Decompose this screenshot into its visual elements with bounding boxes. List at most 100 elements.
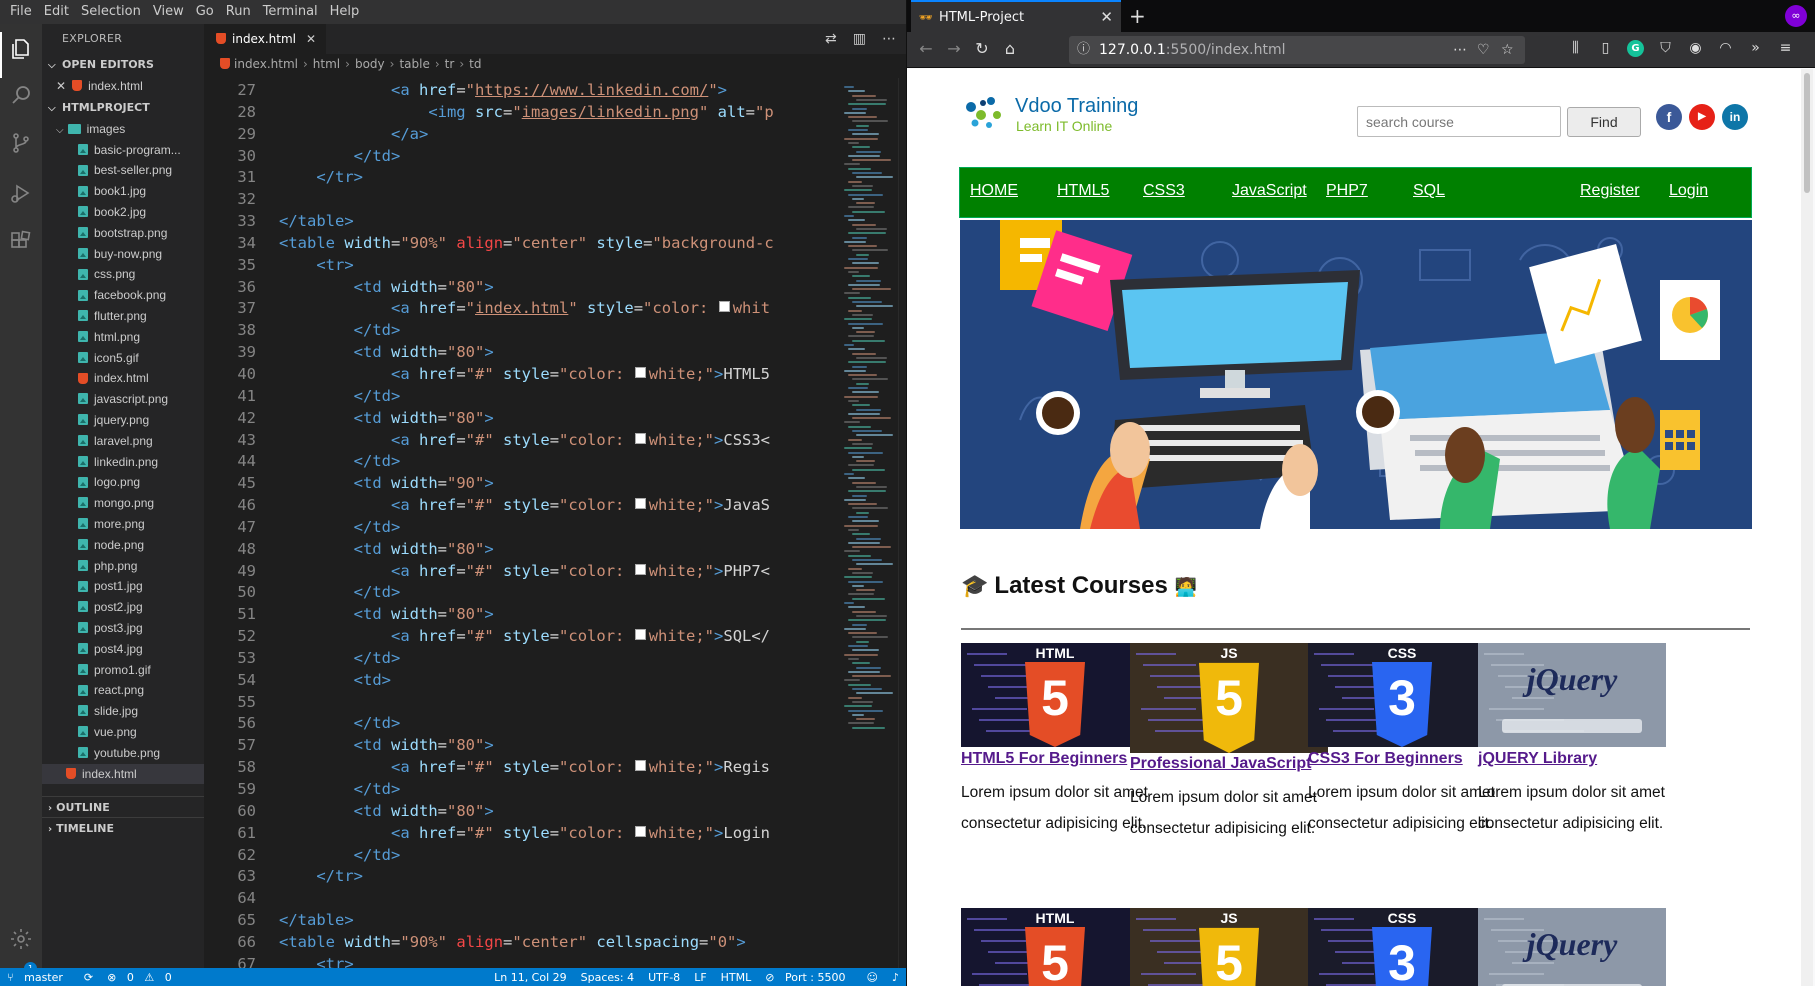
file-item[interactable]: vue.png xyxy=(42,722,204,743)
sync-icon[interactable]: ⟳ xyxy=(77,971,100,984)
code-line[interactable]: 29 </a> xyxy=(206,124,838,146)
back-button[interactable]: ← xyxy=(915,39,937,58)
code-line[interactable]: 64 xyxy=(206,888,838,910)
extensions-icon[interactable] xyxy=(8,228,34,254)
code-line[interactable]: 37 <a href="index.html" style="color: wh… xyxy=(206,298,838,320)
code-line[interactable]: 44 </td> xyxy=(206,451,838,473)
file-item[interactable]: book1.jpg xyxy=(42,181,204,202)
language-mode[interactable]: HTML xyxy=(714,971,759,984)
page-scrollbar[interactable] xyxy=(1801,69,1813,986)
code-line[interactable]: 53 </td> xyxy=(206,648,838,670)
open-editor-item[interactable]: ✕ index.html xyxy=(42,76,204,97)
code-line[interactable]: 30 </td> xyxy=(206,146,838,168)
code-line[interactable]: 39 <td width="80"> xyxy=(206,342,838,364)
code-line[interactable]: 36 <td width="80"> xyxy=(206,277,838,299)
code-line[interactable]: 55 xyxy=(206,692,838,714)
extension-icon[interactable]: ◉ xyxy=(1687,40,1704,57)
code-line[interactable]: 57 <td width="80"> xyxy=(206,735,838,757)
editor-scrollbar[interactable] xyxy=(898,78,906,968)
grammarly-icon[interactable]: G xyxy=(1627,40,1644,57)
settings-gear-icon[interactable] xyxy=(8,926,34,952)
menu-help[interactable]: Help xyxy=(324,0,366,24)
file-item[interactable]: node.png xyxy=(42,535,204,556)
run-debug-icon[interactable] xyxy=(8,180,34,206)
file-item[interactable]: basic-program... xyxy=(42,140,204,161)
file-item[interactable]: css.png xyxy=(42,264,204,285)
site-info-icon[interactable]: ⓘ xyxy=(1077,36,1090,64)
code-editor[interactable]: 27 <a href="https://www.linkedin.com/"> 2… xyxy=(206,80,838,970)
reload-button[interactable]: ↻ xyxy=(971,39,993,58)
course-thumbnail[interactable]: jQuery xyxy=(1478,643,1666,747)
images-folder[interactable]: ⌵ images xyxy=(42,119,204,140)
linkedin-icon[interactable]: in xyxy=(1722,104,1748,130)
code-line[interactable]: 33 </table> xyxy=(206,211,838,233)
more-actions-icon[interactable]: ⋯ xyxy=(882,31,896,47)
course-title-link[interactable]: Professional JavaScript xyxy=(1130,755,1311,773)
file-item[interactable]: post1.jpg xyxy=(42,576,204,597)
code-line[interactable]: 63 </tr> xyxy=(206,866,838,888)
code-line[interactable]: 42 <td width="80"> xyxy=(206,408,838,430)
file-item[interactable]: javascript.png xyxy=(42,389,204,410)
code-line[interactable]: 62 </td> xyxy=(206,845,838,867)
code-line[interactable]: 65 </table> xyxy=(206,910,838,932)
facebook-icon[interactable]: f xyxy=(1656,104,1682,130)
explorer-icon[interactable] xyxy=(8,36,34,62)
code-line[interactable]: 41 </td> xyxy=(206,386,838,408)
file-item[interactable]: logo.png xyxy=(42,472,204,493)
file-item[interactable]: best-seller.png xyxy=(42,160,204,181)
code-line[interactable]: 61 <a href="#" style="color: white;">Log… xyxy=(206,823,838,845)
nav-javascript[interactable]: JavaScript xyxy=(1232,182,1307,200)
ghost-icon[interactable]: ◠ xyxy=(1717,40,1734,57)
code-line[interactable]: 31 </tr> xyxy=(206,167,838,189)
file-item[interactable]: buy-now.png xyxy=(42,244,204,265)
code-line[interactable]: 32 xyxy=(206,189,838,211)
menu-view[interactable]: View xyxy=(147,0,190,24)
menu-selection[interactable]: Selection xyxy=(75,0,147,24)
forward-button[interactable]: → xyxy=(943,39,965,58)
nav-register[interactable]: Register xyxy=(1580,182,1640,200)
breadcrumb-item[interactable]: body xyxy=(355,57,385,71)
close-tab-icon[interactable]: ✕ xyxy=(1100,8,1113,26)
course-thumbnail[interactable]: HTML 5 xyxy=(961,643,1149,747)
nav-php7[interactable]: PHP7 xyxy=(1326,182,1368,200)
menu-run[interactable]: Run xyxy=(220,0,257,24)
file-item[interactable]: jquery.png xyxy=(42,410,204,431)
brand-name[interactable]: Vdoo Training xyxy=(1015,95,1138,118)
page-scroll-thumb[interactable] xyxy=(1804,73,1810,193)
course-thumbnail[interactable]: JS 5 xyxy=(1130,908,1328,986)
code-line[interactable]: 28 <img src="images/linkedin.png" alt="p xyxy=(206,102,838,124)
code-line[interactable]: 47 </td> xyxy=(206,517,838,539)
shield-icon[interactable]: ⛉ xyxy=(1657,40,1674,57)
root-file-index[interactable]: index.html xyxy=(42,763,204,785)
code-line[interactable]: 46 <a href="#" style="color: white;">Jav… xyxy=(206,495,838,517)
file-item[interactable]: php.png xyxy=(42,556,204,577)
code-line[interactable]: 54 <td> xyxy=(206,670,838,692)
file-item[interactable]: html.png xyxy=(42,327,204,348)
course-title-link[interactable]: CSS3 For Beginners xyxy=(1308,750,1463,768)
file-item[interactable]: icon5.gif xyxy=(42,348,204,369)
menu-go[interactable]: Go xyxy=(190,0,220,24)
code-line[interactable]: 38 </td> xyxy=(206,320,838,342)
file-item[interactable]: flutter.png xyxy=(42,306,204,327)
file-item[interactable]: laravel.png xyxy=(42,431,204,452)
file-item[interactable]: mongo.png xyxy=(42,493,204,514)
nav-login[interactable]: Login xyxy=(1669,182,1708,200)
course-thumbnail[interactable]: JS 5 xyxy=(1130,643,1328,753)
overflow-icon[interactable]: » xyxy=(1747,40,1764,57)
new-tab-button[interactable]: + xyxy=(1129,4,1146,28)
course-thumbnail[interactable]: CSS 3 xyxy=(1308,643,1496,747)
file-item[interactable]: post2.jpg xyxy=(42,597,204,618)
menu-file[interactable]: File xyxy=(4,0,38,24)
code-line[interactable]: 51 <td width="80"> xyxy=(206,604,838,626)
search-icon[interactable] xyxy=(8,82,34,108)
menu-edit[interactable]: Edit xyxy=(38,0,75,24)
feedback-icon[interactable]: ☺ xyxy=(860,971,885,984)
file-item[interactable]: bootstrap.png xyxy=(42,223,204,244)
code-line[interactable]: 59 </td> xyxy=(206,779,838,801)
breadcrumb-item[interactable]: index.html xyxy=(234,57,298,71)
problems-status[interactable]: ⊗ 0 ⚠ 0 xyxy=(100,971,186,984)
youtube-icon[interactable]: ▶ xyxy=(1689,104,1715,130)
course-title-link[interactable]: HTML5 For Beginners xyxy=(961,750,1127,768)
code-line[interactable]: 34 <table width="90%" align="center" styl… xyxy=(206,233,838,255)
browser-tab[interactable]: 🕶 HTML-Project ✕ xyxy=(911,0,1121,32)
